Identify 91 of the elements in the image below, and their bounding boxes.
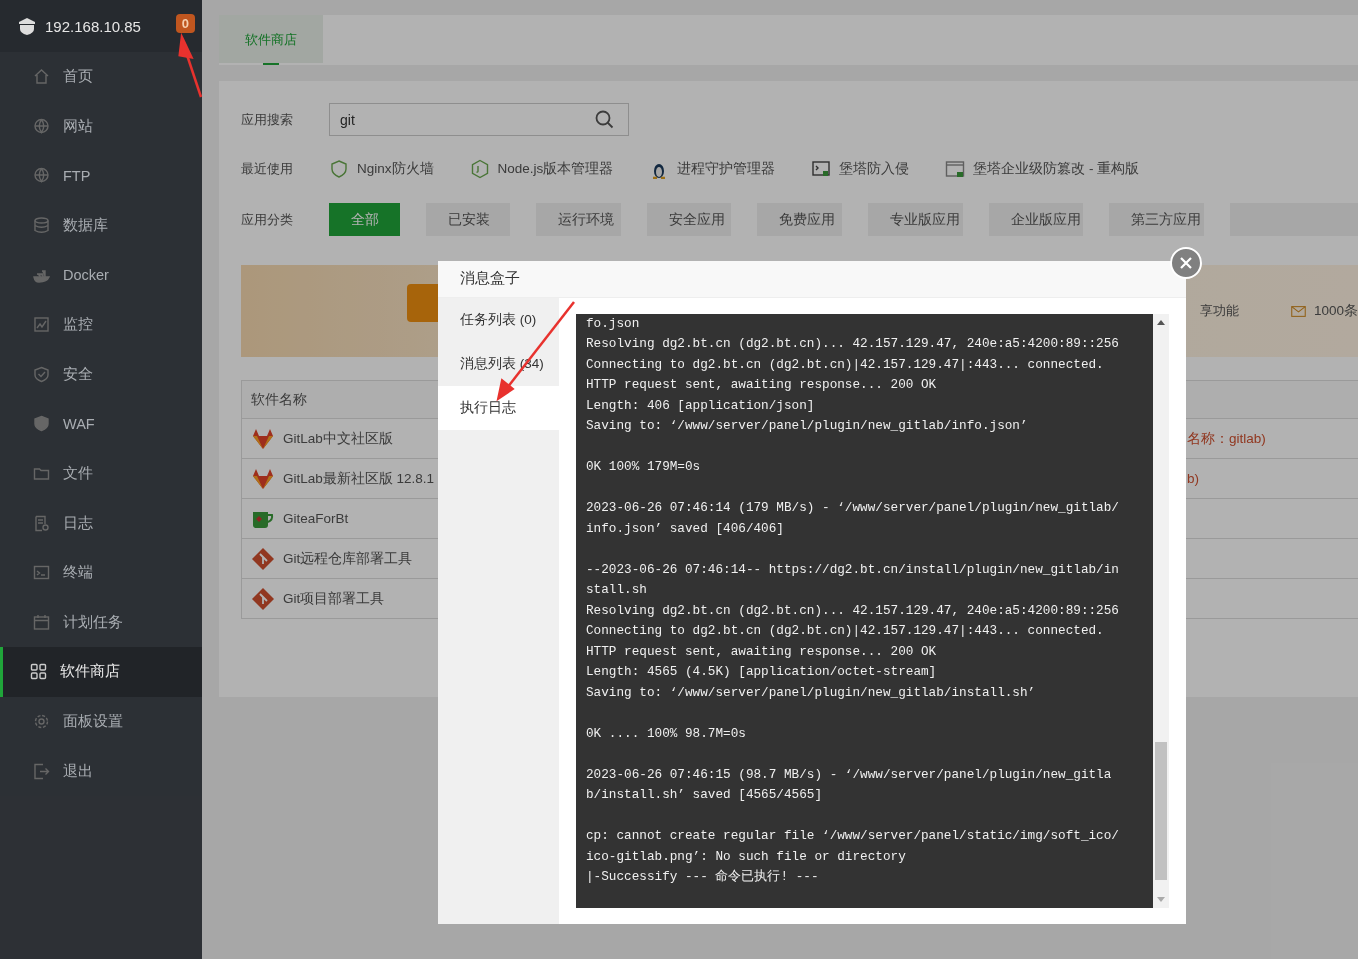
nav-icon bbox=[33, 713, 50, 730]
scroll-down-icon[interactable] bbox=[1157, 897, 1165, 902]
nav-item[interactable]: 文件 bbox=[0, 448, 202, 499]
log-line: Length: 406 [application/json] bbox=[586, 396, 816, 415]
log-line: 2023-06-26 07:46:14 (179 MB/s) - ‘/www/server/panel/plugin/new_gitlab/ bbox=[586, 499, 1120, 517]
log-line: cp: cannot create regular file ‘/www/server/panel/static/img/soft_ico/ bbox=[586, 827, 1120, 845]
log-line: |-Successify --- 命令已执行! --- bbox=[586, 868, 820, 886]
nav-icon bbox=[33, 365, 50, 383]
search-field[interactable]: git bbox=[329, 103, 629, 136]
nav-icon bbox=[33, 514, 50, 532]
column-header: 软件名称 bbox=[250, 390, 307, 409]
scrollbar[interactable] bbox=[1153, 313, 1169, 908]
category-button[interactable]: 运行环境 bbox=[536, 203, 621, 236]
category-button[interactable]: 免费应用 bbox=[757, 203, 842, 236]
terminal-icon bbox=[811, 159, 832, 179]
log-line: ico-gitlab.png’: No such file or directory bbox=[586, 847, 907, 866]
log-line: fo.json bbox=[586, 314, 641, 333]
nav-icon bbox=[33, 68, 50, 86]
recent-label: 最近使用 bbox=[241, 160, 294, 178]
log-line: stall.sh bbox=[586, 581, 648, 599]
nav-icon bbox=[33, 613, 50, 631]
recent-app[interactable]: 堡塔防入侵 bbox=[811, 159, 910, 179]
nav-item[interactable]: 数据库 bbox=[0, 200, 202, 251]
dialog-tab[interactable]: 任务列表 (0) bbox=[438, 297, 559, 342]
nav-item[interactable]: 退出 bbox=[0, 746, 202, 796]
log-line: Connecting to dg2.bt.cn (dg2.bt.cn)|42.157.129.47|:443... connected. bbox=[586, 622, 1105, 640]
scroll-up-icon[interactable] bbox=[1157, 319, 1165, 325]
banner-text: 1000条 bbox=[1313, 302, 1358, 320]
arrow-annotation bbox=[178, 32, 203, 98]
nav-item[interactable]: 计划任务 bbox=[0, 597, 202, 648]
scrollbar-thumb[interactable] bbox=[1155, 741, 1167, 880]
locked-window-icon bbox=[945, 159, 966, 179]
log-line: Saving to: ‘/www/server/panel/plugin/new_gitlab/info.json’ bbox=[586, 417, 1029, 435]
nav-item[interactable]: 日志 bbox=[0, 498, 202, 548]
host-address: 192.168.10.85 bbox=[45, 17, 142, 35]
log-line: 0K .... 100% 98.7M=0s bbox=[586, 724, 747, 743]
log-line: --2023-06-26 07:46:14-- https://dg2.bt.cn/install/plugin/new_gitlab/in bbox=[586, 560, 1120, 579]
mail-icon bbox=[1290, 303, 1306, 319]
nav-item[interactable]: 面板设置 bbox=[0, 696, 202, 747]
recent-app[interactable]: 进程守护管理器 bbox=[649, 159, 776, 179]
search-icon bbox=[595, 110, 614, 129]
nav-icon bbox=[33, 167, 50, 185]
category-label: 应用分类 bbox=[241, 210, 294, 229]
nav-icon bbox=[30, 663, 47, 681]
search-label: 应用搜索 bbox=[241, 110, 294, 129]
log-line: HTTP request sent, awaiting response... 200 OK bbox=[586, 376, 938, 394]
category-button[interactable]: 专业版应用 bbox=[867, 203, 963, 236]
nav-item[interactable]: 首页 bbox=[0, 52, 202, 102]
log-line: 2023-06-26 07:46:15 (98.7 MB/s) - ‘/www/server/panel/plugin/new_gitla bbox=[586, 765, 1113, 784]
category-button[interactable]: 已安装 bbox=[426, 203, 510, 236]
log-line: Resolving dg2.bt.cn (dg2.bt.cn)... 42.157.129.47, 240e:a5:4200:89::256 bbox=[586, 335, 1120, 353]
table-cell: b) bbox=[1187, 471, 1199, 486]
nav-item[interactable]: 软件商店 bbox=[0, 647, 202, 697]
log-line: b/install.sh’ saved [4565/4565] bbox=[586, 786, 824, 804]
nav-icon bbox=[33, 465, 50, 483]
nav-icon bbox=[33, 117, 50, 135]
nav-item[interactable]: 终端 bbox=[0, 547, 202, 598]
notification-badge[interactable]: 0 bbox=[175, 13, 195, 33]
close-icon bbox=[1180, 257, 1192, 269]
log-line: Length: 4565 (4.5K) [application/octet-stream] bbox=[586, 663, 938, 681]
logo-icon bbox=[17, 16, 37, 36]
recent-app[interactable]: Nginx防火墙 bbox=[329, 159, 434, 179]
nav-icon bbox=[33, 564, 50, 582]
log-line: Resolving dg2.bt.cn (dg2.bt.cn)... 42.157.129.47, 240e:a5:4200:89::256 bbox=[586, 601, 1120, 620]
git-diamond-icon bbox=[251, 546, 275, 571]
recent-app[interactable]: Node.js版本管理器 bbox=[469, 159, 614, 179]
dialog-tab[interactable]: 执行日志 bbox=[438, 385, 559, 430]
table-cell: 名称：gitlab) bbox=[1187, 429, 1266, 448]
nav-icon bbox=[33, 316, 50, 334]
log-line: Connecting to dg2.bt.cn (dg2.bt.cn)|42.157.129.47|:443... connected. bbox=[586, 355, 1105, 374]
nav-item[interactable]: 安全 bbox=[0, 349, 202, 400]
recent-app[interactable]: 堡塔企业级防篡改 - 重构版 bbox=[945, 159, 1140, 179]
category-button[interactable]: 安全应用 bbox=[646, 203, 732, 236]
git-diamond-icon bbox=[251, 586, 275, 611]
nav-item[interactable]: Docker bbox=[0, 250, 202, 300]
nodejs-icon bbox=[469, 159, 490, 179]
banner-text: 享功能 bbox=[1199, 302, 1239, 320]
nav-item[interactable]: WAF bbox=[0, 399, 202, 449]
log-line: HTTP request sent, awaiting response... 200 OK bbox=[586, 642, 938, 661]
nav-item[interactable]: 监控 bbox=[0, 299, 202, 350]
nav-item[interactable]: 网站 bbox=[0, 101, 202, 152]
dialog-title: 消息盒子 bbox=[438, 261, 1186, 298]
nav-item[interactable]: FTP bbox=[0, 151, 202, 201]
nav-icon bbox=[33, 415, 50, 433]
category-button[interactable]: 第三方应用 bbox=[1109, 203, 1204, 236]
waf-shield-icon bbox=[329, 159, 349, 179]
log-line: info.json’ saved [406/406] bbox=[586, 519, 785, 538]
nav-icon bbox=[33, 217, 50, 235]
category-button[interactable]: 企业版应用 bbox=[988, 203, 1084, 236]
log-line: Saving to: ‘/www/server/panel/plugin/new_gitlab/install.sh’ bbox=[586, 683, 1037, 702]
nav-icon bbox=[33, 762, 50, 780]
